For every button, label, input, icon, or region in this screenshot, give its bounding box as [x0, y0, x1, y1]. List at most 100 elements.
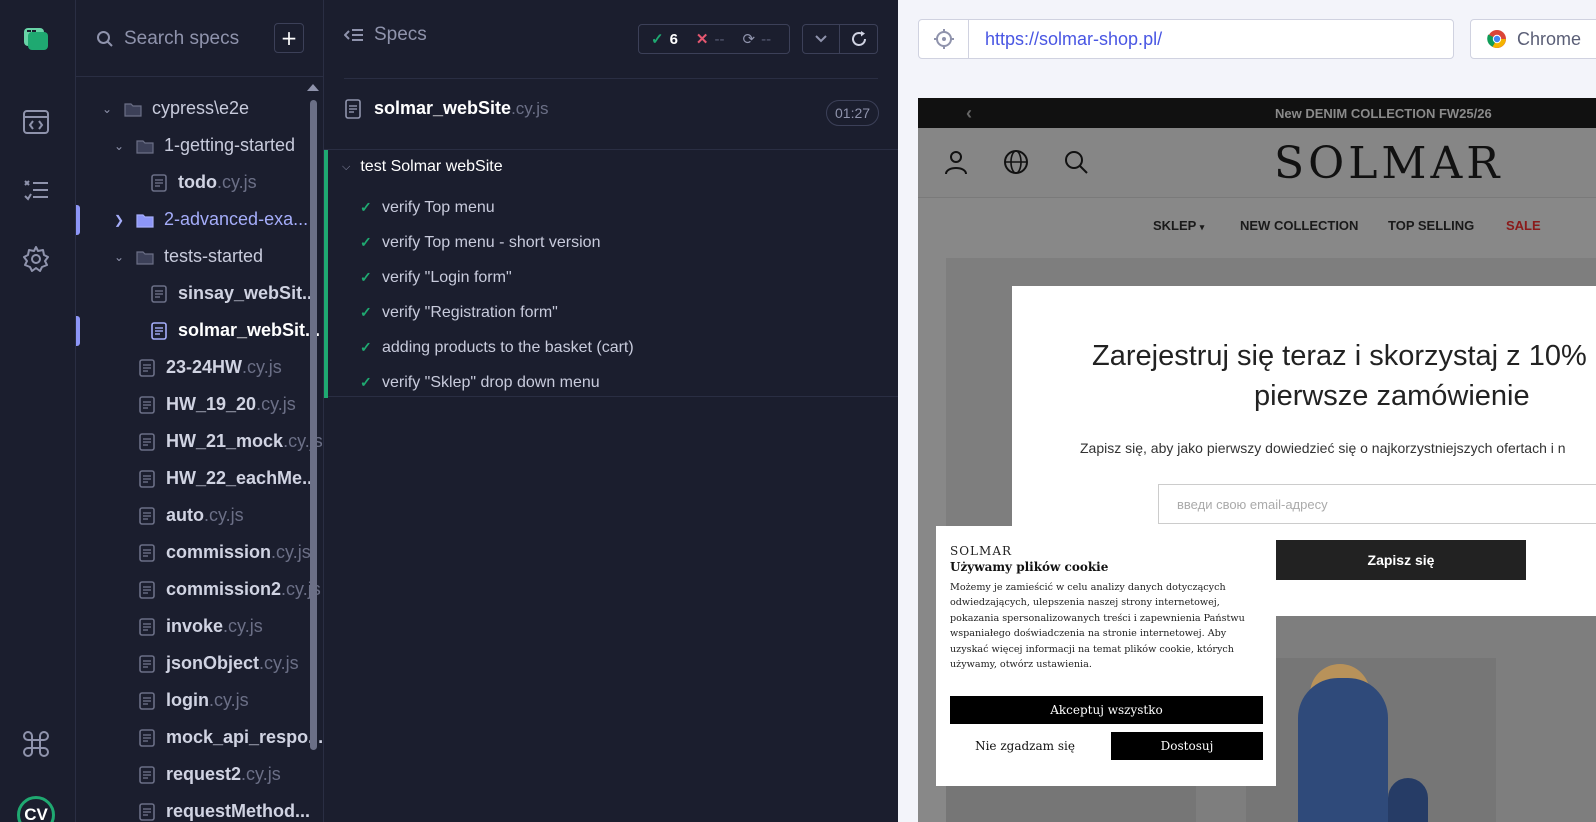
scroll-up-arrow-icon[interactable]: [307, 84, 319, 91]
test-item[interactable]: ✓ verify "Registration form": [360, 295, 634, 330]
file-icon: [345, 98, 361, 119]
keyboard-shortcuts-icon[interactable]: [20, 728, 52, 760]
url-text[interactable]: https://solmar-shop.pl/: [969, 29, 1162, 50]
brand-logo[interactable]: SOLMAR: [1274, 138, 1503, 189]
reject-button[interactable]: Nie zgadzam się: [950, 732, 1100, 760]
file-icon: [139, 654, 155, 673]
tree-file[interactable]: request2 .cy.js: [76, 756, 323, 793]
tree-file-solmar[interactable]: solmar_webSit...: [76, 312, 323, 349]
passed-check-icon: ✓: [360, 269, 372, 285]
chevron-left-icon[interactable]: ‹: [966, 103, 972, 124]
chevron-right-icon: ❯: [113, 212, 125, 227]
subscribe-button[interactable]: Zapisz się: [1276, 540, 1526, 580]
rerun-button[interactable]: [840, 24, 878, 54]
tree-file-todo[interactable]: todo .cy.js: [76, 164, 323, 201]
tree-folder-getting-started[interactable]: ⌄ 1-getting-started: [76, 127, 323, 164]
tree-folder-tests-started[interactable]: ⌄ tests-started: [76, 238, 323, 275]
model-photo: [1298, 678, 1388, 822]
test-item[interactable]: ✓ verify Top menu - short version: [360, 225, 634, 260]
suite-header[interactable]: ⌵ test Solmar webSite: [342, 158, 503, 176]
file-icon: [139, 506, 155, 525]
runs-nav-icon[interactable]: [20, 174, 52, 206]
search-icon[interactable]: [1062, 148, 1090, 176]
selection-indicator: [76, 205, 80, 235]
cookie-title: Używamy plików cookie: [950, 560, 1109, 574]
spec-duration: 01:27: [826, 100, 880, 126]
scrollbar-thumb[interactable]: [310, 100, 317, 750]
test-item[interactable]: ✓ verify "Login form": [360, 260, 634, 295]
new-spec-button[interactable]: +: [274, 23, 304, 53]
modal-heading: Zarejestruj się teraz i skorzystaj z 10%…: [1092, 340, 1587, 412]
user-icon[interactable]: [942, 148, 970, 176]
browser-selector[interactable]: Chrome: [1470, 19, 1596, 59]
nav-rail: CV: [0, 0, 76, 822]
file-icon: [139, 802, 155, 821]
file-icon: [151, 284, 167, 303]
globe-icon[interactable]: [1002, 148, 1030, 176]
test-item[interactable]: ✓ adding products to the basket (cart): [360, 330, 634, 365]
accept-all-button[interactable]: Akceptuj wszystko: [950, 696, 1263, 724]
tree-folder-advanced-examples[interactable]: ❯ 2-advanced-exa...: [76, 201, 323, 238]
settings-gear-icon[interactable]: [20, 243, 52, 275]
test-list: ✓ verify Top menu ✓ verify Top menu - shor…: [360, 190, 634, 400]
chevron-down-icon: ⌄: [113, 249, 125, 264]
url-bar[interactable]: https://solmar-shop.pl/: [918, 19, 1454, 59]
crosshair-icon: [933, 29, 954, 49]
file-icon: [139, 469, 155, 488]
chrome-icon: [1487, 30, 1506, 48]
tree-file[interactable]: login .cy.js: [76, 682, 323, 719]
specs-toggle[interactable]: Specs: [344, 24, 427, 46]
tree-folder-cypress-e2e[interactable]: ⌄ cypress\e2e: [76, 90, 323, 127]
divider: [76, 76, 323, 77]
collapse-sidebar-icon: [344, 29, 363, 41]
chevron-down-icon: [815, 35, 827, 43]
search-input[interactable]: Search specs: [124, 28, 239, 50]
spec-tree: ⌄ cypress\e2e ⌄ 1-getting-started todo .c…: [76, 90, 323, 822]
menu-item-top-selling[interactable]: TOP SELLING: [1388, 218, 1474, 233]
modal-subtext: Zapisz się, aby jako pierwszy dowiedzieć…: [1080, 440, 1566, 456]
failed-count: --: [714, 30, 725, 48]
refresh-icon: [851, 31, 866, 46]
passed-check-icon: ✓: [651, 31, 664, 48]
site-header: SOLMAR: [918, 128, 1596, 198]
email-field[interactable]: введи свою email-адресу: [1158, 484, 1596, 524]
file-icon: [139, 395, 155, 414]
test-item[interactable]: ✓ verify Top menu: [360, 190, 634, 225]
tree-file[interactable]: commission .cy.js: [76, 534, 323, 571]
tree-file[interactable]: requestMethod...: [76, 793, 323, 822]
menu-item-sklep[interactable]: SKLEP ▾: [1153, 218, 1204, 233]
file-icon: [139, 765, 155, 784]
folder-icon: [136, 213, 154, 228]
tree-file[interactable]: mock_api_respo...: [76, 719, 323, 756]
expand-tests-button[interactable]: [802, 24, 840, 54]
tree-file[interactable]: commission2 .cy.js: [76, 571, 323, 608]
tree-file[interactable]: HW_22_eachMe...: [76, 460, 323, 497]
tree-file[interactable]: HW_21_mock .cy.js: [76, 423, 323, 460]
specs-sidebar: Search specs + ⌄ cypress\e2e ⌄ 1-getting…: [76, 0, 324, 822]
cookie-banner: SOLMAR Używamy plików cookie Możemy je z…: [936, 526, 1276, 786]
passed-check-icon: ✓: [360, 339, 372, 355]
suite-status-bar: [324, 150, 328, 398]
tree-file[interactable]: jsonObject .cy.js: [76, 645, 323, 682]
customize-button[interactable]: Dostosuj: [1111, 732, 1263, 760]
passed-check-icon: ✓: [360, 234, 372, 250]
specs-nav-icon[interactable]: [20, 106, 52, 138]
cypress-cloud-avatar[interactable]: CV: [17, 796, 55, 822]
folder-icon: [136, 250, 154, 265]
test-item[interactable]: ✓ verify "Sklep" drop down menu: [360, 365, 634, 400]
tree-file-sinsay[interactable]: sinsay_webSit...: [76, 275, 323, 312]
file-icon: [139, 728, 155, 747]
tree-file[interactable]: invoke .cy.js: [76, 608, 323, 645]
search-specs[interactable]: Search specs: [96, 24, 276, 54]
tree-file[interactable]: 23-24HW .cy.js: [76, 349, 323, 386]
promo-banner: ‹ New DENIM COLLECTION FW25/26: [918, 98, 1596, 128]
file-icon: [139, 432, 155, 451]
chevron-down-icon: ⌄: [113, 138, 125, 153]
menu-item-sale[interactable]: SALE: [1506, 218, 1541, 233]
menu-item-new-collection[interactable]: NEW COLLECTION: [1240, 218, 1358, 233]
selector-playground-button[interactable]: [919, 19, 969, 59]
tree-file[interactable]: HW_19_20 .cy.js: [76, 386, 323, 423]
file-icon: [139, 691, 155, 710]
tree-file[interactable]: auto .cy.js: [76, 497, 323, 534]
failed-x-icon: ✕: [695, 31, 709, 48]
